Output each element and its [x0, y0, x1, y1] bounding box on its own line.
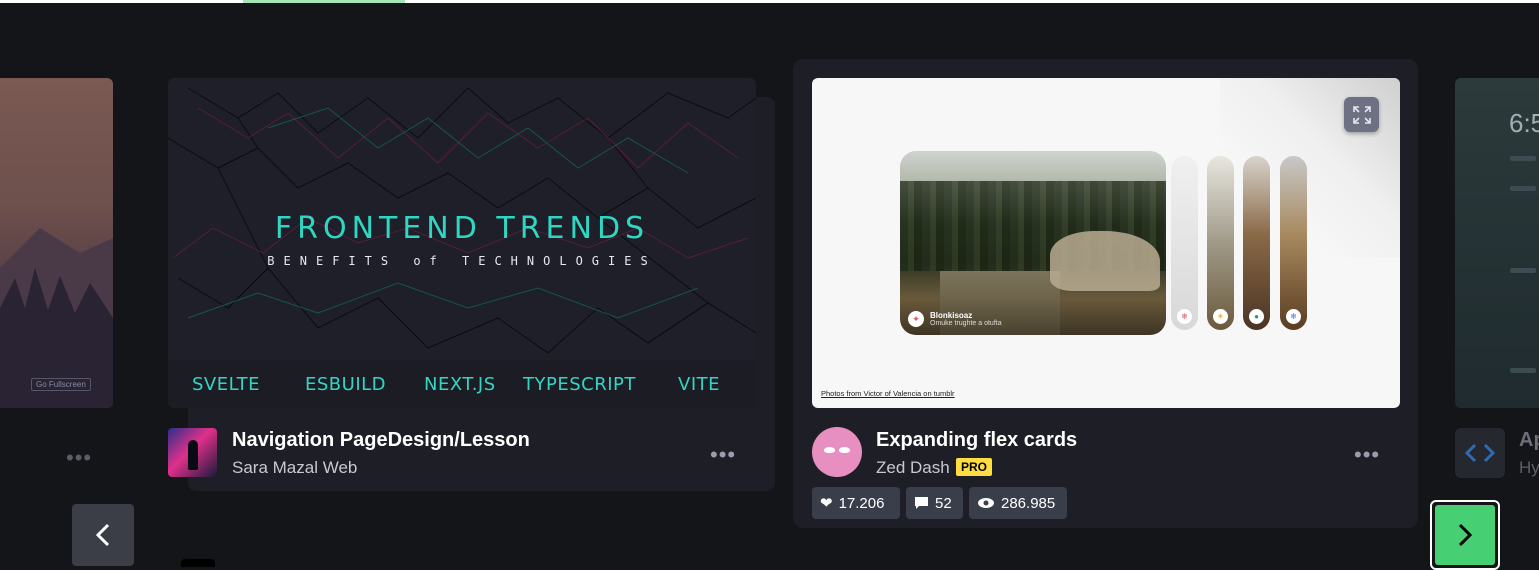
avatar-figure [188, 440, 198, 470]
card2-author[interactable]: Zed Dash [876, 458, 950, 478]
flex-card-subtitle: Omuke trughte a otufta [930, 320, 1002, 327]
avatar-eye [839, 447, 850, 453]
previous-button[interactable] [72, 504, 134, 566]
comments-count: 52 [935, 494, 952, 512]
card1-author[interactable]: Sara Mazal Web [232, 458, 357, 478]
rocks-image [1050, 231, 1160, 291]
right-card-preview[interactable]: 6:5 [1455, 78, 1539, 408]
flex-card-strip[interactable]: ❄ [1280, 156, 1307, 330]
likes-button[interactable]: ❤ 17.206 [812, 487, 900, 519]
tech-label: ESBUILD [305, 374, 387, 395]
code-arrows-icon [1465, 443, 1495, 463]
right-card-avatar[interactable] [1455, 428, 1505, 478]
comment-icon [915, 497, 928, 509]
placeholder-bar [1510, 368, 1536, 373]
placeholder-bar [1510, 186, 1536, 191]
bottom-tab-element [181, 559, 215, 567]
pro-badge[interactable]: PRO [956, 458, 993, 476]
avatar-eye [824, 447, 835, 453]
drop-icon: ● [1249, 309, 1264, 324]
flex-card-strip[interactable]: ● [1243, 156, 1270, 330]
flex-card-strip[interactable]: ❄ [1171, 156, 1198, 330]
expand-icon[interactable] [1344, 97, 1379, 132]
preview-heading: FRONTEND TRENDS [274, 211, 650, 246]
card1-more-icon[interactable]: ••• [710, 442, 736, 468]
clock-time: 6:5 [1509, 108, 1539, 138]
photo-credit-link[interactable]: Photos from Victor of Valencia on tumblr [821, 389, 955, 398]
right-card-title[interactable]: Ap [1519, 429, 1539, 452]
right-card-author[interactable]: Hy [1519, 458, 1539, 478]
heart-icon: ❤ [820, 495, 833, 512]
flex-card-label: ✦ Blonkisoaz Omuke trughte a otufta [908, 311, 1002, 327]
top-progress-line [0, 0, 1539, 3]
card1-preview[interactable]: FRONTEND TRENDS BENEFITS of TECHNOLOGIES… [168, 78, 756, 408]
next-button[interactable] [1430, 500, 1500, 570]
card2-more-icon[interactable]: ••• [1354, 442, 1380, 468]
mountain-landscape [0, 228, 113, 408]
flex-card-strip[interactable]: ☀ [1207, 156, 1234, 330]
tech-label: SVELTE [192, 374, 261, 395]
left-card-preview[interactable]: Go Fullscreen [0, 78, 113, 408]
placeholder-bar [1510, 268, 1536, 273]
likes-count: 17.206 [838, 494, 885, 512]
flex-card-main[interactable]: ✦ Blonkisoaz Omuke trughte a otufta [900, 151, 1166, 335]
tech-label: TYPESCRIPT [523, 374, 636, 395]
card1-avatar[interactable] [168, 428, 217, 477]
sun-icon: ☀ [1213, 309, 1228, 324]
flex-card-title: Blonkisoaz [930, 311, 973, 320]
card2-title[interactable]: Expanding flex cards [876, 429, 1077, 452]
views-button[interactable]: 286.985 [969, 487, 1067, 519]
tech-label: VITE [678, 374, 720, 395]
fullscreen-button[interactable]: Go Fullscreen [31, 378, 91, 391]
card2-avatar[interactable] [812, 427, 862, 477]
placeholder-bar [1510, 156, 1536, 161]
preview-subheading: BENEFITS of TECHNOLOGIES [267, 254, 657, 268]
snowflake-icon: ❄ [1177, 309, 1192, 324]
tech-label: NEXT.JS [424, 374, 496, 395]
next-button-inner[interactable] [1435, 505, 1495, 565]
comments-button[interactable]: 52 [906, 487, 963, 519]
top-progress-accent [243, 0, 405, 3]
snowflake-icon: ❄ [1286, 309, 1301, 324]
technologies-row: SVELTE ESBUILD NEXT.JS TYPESCRIPT VITE [168, 360, 756, 408]
card1-title[interactable]: Navigation PageDesign/Lesson [232, 429, 530, 452]
card2-preview[interactable]: ✦ Blonkisoaz Omuke trughte a otufta ❄ ☀ … [812, 78, 1400, 408]
views-count: 286.985 [1001, 494, 1056, 512]
walking-icon: ✦ [908, 311, 924, 327]
chevron-left-icon [95, 523, 110, 547]
chevron-right-icon [1458, 523, 1473, 547]
left-card-more-icon[interactable]: ••• [66, 445, 92, 471]
eye-icon [978, 498, 994, 508]
